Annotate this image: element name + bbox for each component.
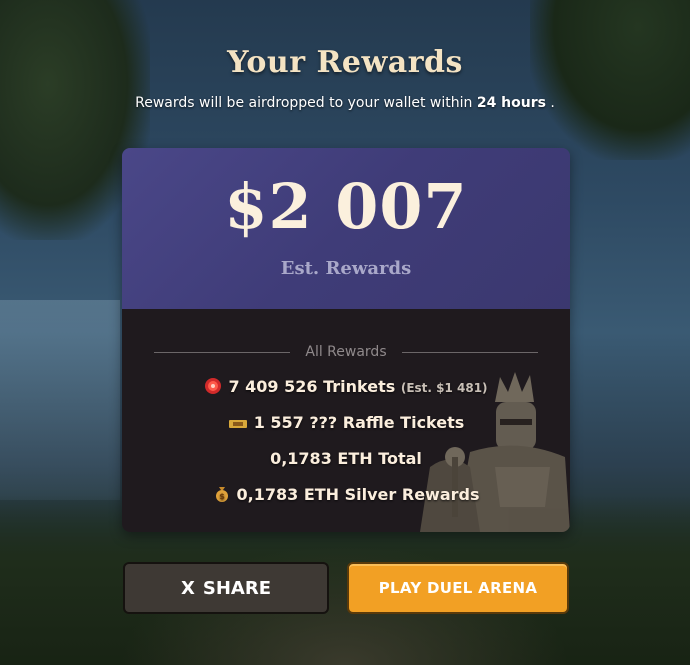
raffle-ticket-icon: [228, 416, 248, 435]
rewards-list: All Rewards 7 409 526 Trinkets (Est. $1 …: [122, 309, 570, 532]
share-button[interactable]: X SHARE: [123, 562, 329, 614]
money-bag-icon: $: [213, 485, 231, 507]
reward-eth-total: 0,1783 ETH Total: [270, 449, 422, 468]
estimated-amount: $2 007: [224, 170, 468, 243]
trinkets-estimate: (Est. $1 481): [400, 381, 488, 395]
airdrop-time: 24 hours: [476, 95, 546, 111]
reward-trinkets: 7 409 526 Trinkets (Est. $1 481): [122, 377, 570, 399]
airdrop-notice: Rewards will be airdropped to your walle…: [135, 95, 555, 111]
reward-raffle-tickets: 1 557 ??? Raffle Tickets: [122, 413, 570, 435]
play-button-label: PLAY DUEL ARENA: [378, 579, 538, 597]
estimated-label: Est. Rewards: [280, 258, 412, 279]
page-title: Your Rewards: [227, 45, 463, 80]
trinket-gem-icon: [204, 377, 222, 399]
svg-text:$: $: [219, 492, 225, 501]
all-rewards-heading: All Rewards: [305, 344, 387, 360]
rewards-summary: $2 007 Est. Rewards: [122, 148, 570, 309]
share-button-label: SHARE: [202, 577, 271, 599]
play-duel-arena-button[interactable]: PLAY DUEL ARENA: [347, 562, 569, 614]
reward-eth-silver: $ 0,1783 ETH Silver Rewards: [122, 485, 570, 507]
x-logo-icon: X: [180, 577, 195, 599]
rewards-card: $2 007 Est. Rewards All Rewards 7 409 52…: [122, 148, 570, 532]
all-rewards-divider: All Rewards: [154, 344, 538, 360]
